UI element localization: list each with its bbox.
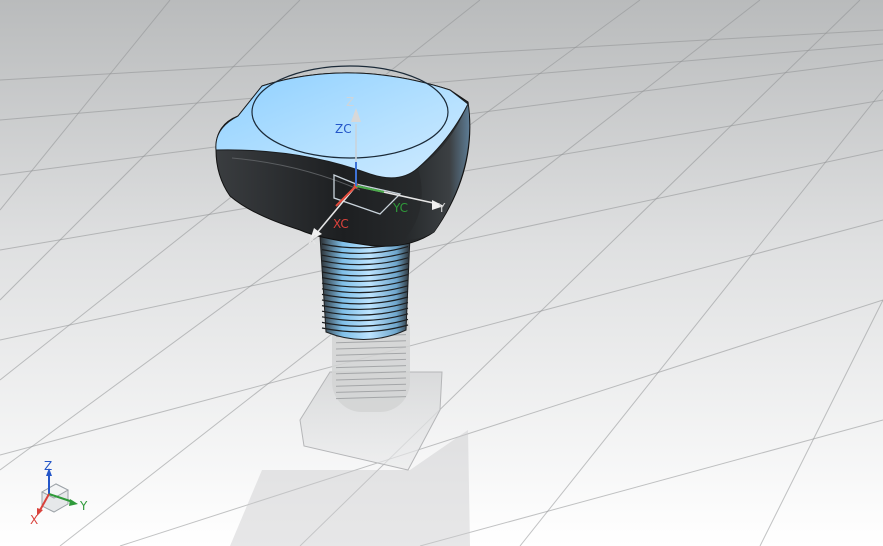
triad-x-label: X [30, 513, 38, 527]
wcs-zc-label: ZC [335, 122, 352, 136]
wcs-z-label: Z [346, 95, 354, 109]
wcs-y-label: Y [437, 201, 446, 215]
wcs-x-label: X [308, 233, 316, 247]
triad-z-label: Z [44, 459, 52, 473]
triad-y-label: Y [79, 499, 88, 513]
bolt-shank [319, 235, 411, 340]
wcs-yc-label: YC [392, 201, 408, 215]
wcs-xc-label: XC [333, 217, 349, 231]
3d-scene[interactable]: Z ZC XC YC X Y Z Y X [0, 0, 883, 546]
graphics-viewport[interactable]: Z ZC XC YC X Y Z Y X [0, 0, 883, 546]
